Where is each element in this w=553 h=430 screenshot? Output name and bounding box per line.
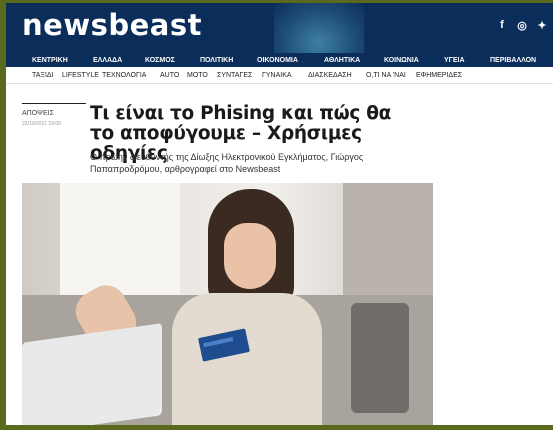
nav-item-diaskedasi[interactable]: ΔΙΑΣΚΕΔΑΣΗ <box>308 72 366 79</box>
article-subtitle: Ο πρώην διευθυντής της Δίωξης Ηλεκτρονικ… <box>90 152 364 174</box>
social-links: f ◎ ✦ <box>497 19 547 32</box>
header-banner-image <box>274 3 364 53</box>
nav-item-moto[interactable]: MOTO <box>187 72 217 79</box>
nav-item-ygeia[interactable]: ΥΓΕΙΑ <box>444 57 490 64</box>
nav-item-efimerides[interactable]: ΕΦΗΜΕΡΙΔΕΣ <box>416 72 462 79</box>
article-hero-image <box>22 183 433 425</box>
nav-item-athlitika[interactable]: ΑΘΛΗΤΙΚΑ <box>324 57 384 64</box>
section-label[interactable]: ΑΠΟΨΕΙΣ <box>22 110 54 117</box>
photo-sweater <box>172 293 322 425</box>
nav-item-ellada[interactable]: ΕΛΛΑΔΑ <box>93 57 145 64</box>
site-logo[interactable]: newsbeast <box>22 8 202 42</box>
nav-item-kentriki[interactable]: ΚΕΝΤΡΙΚΗ <box>32 57 93 64</box>
site-header: newsbeast f ◎ ✦ <box>6 3 553 53</box>
nav-item-kosmos[interactable]: ΚΟΣΜΟΣ <box>145 57 200 64</box>
nav-item-oikonomia[interactable]: ΟΙΚΟΝΟΜΙΑ <box>257 57 324 64</box>
primary-nav: ΚΕΝΤΡΙΚΗ ΕΛΛΑΔΑ ΚΟΣΜΟΣ ΠΟΛΙΤΙΚΗ ΟΙΚΟΝΟΜΙ… <box>6 53 553 67</box>
nav-item-perivallon[interactable]: ΠΕΡΙΒΑΛΛΟΝ <box>490 57 536 64</box>
photo-face <box>224 223 276 289</box>
nav-item-auto[interactable]: AUTO <box>160 72 187 79</box>
secondary-nav: ΤΑΞΙΔΙ LIFESTYLE ΤΕΧΝΟΛΟΓΙΑ AUTO MOTO ΣΥ… <box>6 67 553 84</box>
instagram-icon[interactable]: ◎ <box>517 19 527 32</box>
nav-item-gynaika[interactable]: ΓΥΝΑΙΚΑ <box>262 72 308 79</box>
nav-item-taxidi[interactable]: ΤΑΞΙΔΙ <box>32 72 62 79</box>
twitter-icon[interactable]: ✦ <box>537 19 547 32</box>
section-divider <box>22 103 86 104</box>
nav-item-syntages[interactable]: ΣΥΝΤΑΓΕΣ <box>217 72 262 79</box>
browser-viewport: newsbeast f ◎ ✦ ΚΕΝΤΡΙΚΗ ΕΛΛΑΔΑ ΚΟΣΜΟΣ Π… <box>6 3 553 425</box>
facebook-icon[interactable]: f <box>497 19 507 32</box>
nav-item-texnologia[interactable]: ΤΕΧΝΟΛΟΓΙΑ <box>102 72 160 79</box>
nav-item-koinonia[interactable]: ΚΟΙΝΩΝΙΑ <box>384 57 444 64</box>
article-date: 22/10/2021 19:00 <box>22 121 61 127</box>
nav-item-politiki[interactable]: ΠΟΛΙΤΙΚΗ <box>200 57 257 64</box>
nav-item-lifestyle[interactable]: LIFESTYLE <box>62 72 102 79</box>
photo-cushion <box>351 303 409 413</box>
nav-item-oti-na-nai[interactable]: Ο,ΤΙ ΝΑ 'ΝΑΙ <box>366 72 416 79</box>
